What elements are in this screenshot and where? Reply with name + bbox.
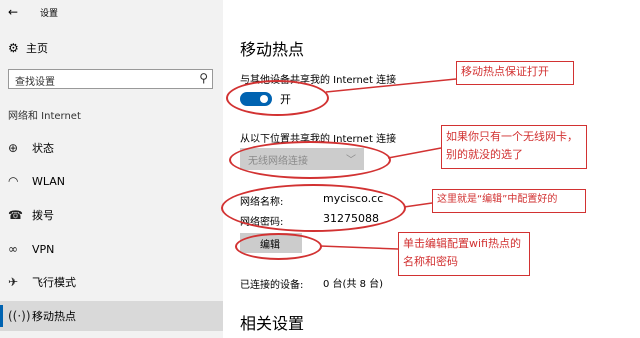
annotation-ellipse-dropdown [229, 141, 391, 179]
annotation-ellipse-credentials [221, 184, 406, 232]
annotation-text: 这里就是“编辑”中配置好的 [437, 194, 558, 205]
annotation-text: 单击编辑配置wifi热点的名称和密码 [403, 237, 521, 268]
annotation-text: 移动热点保证打开 [461, 65, 549, 78]
annotation-callout-credentials: 这里就是“编辑”中配置好的 [432, 189, 586, 213]
annotation-ellipse-edit [235, 233, 322, 260]
annotation-text: 如果你只有一个无线网卡，别的就没的选了 [446, 130, 578, 161]
annotation-ellipse-toggle [226, 80, 329, 116]
annotation-callout-dropdown: 如果你只有一个无线网卡，别的就没的选了 [441, 125, 587, 169]
annotation-callout-toggle: 移动热点保证打开 [456, 61, 574, 85]
annotation-callout-edit: 单击编辑配置wifi热点的名称和密码 [398, 232, 530, 276]
